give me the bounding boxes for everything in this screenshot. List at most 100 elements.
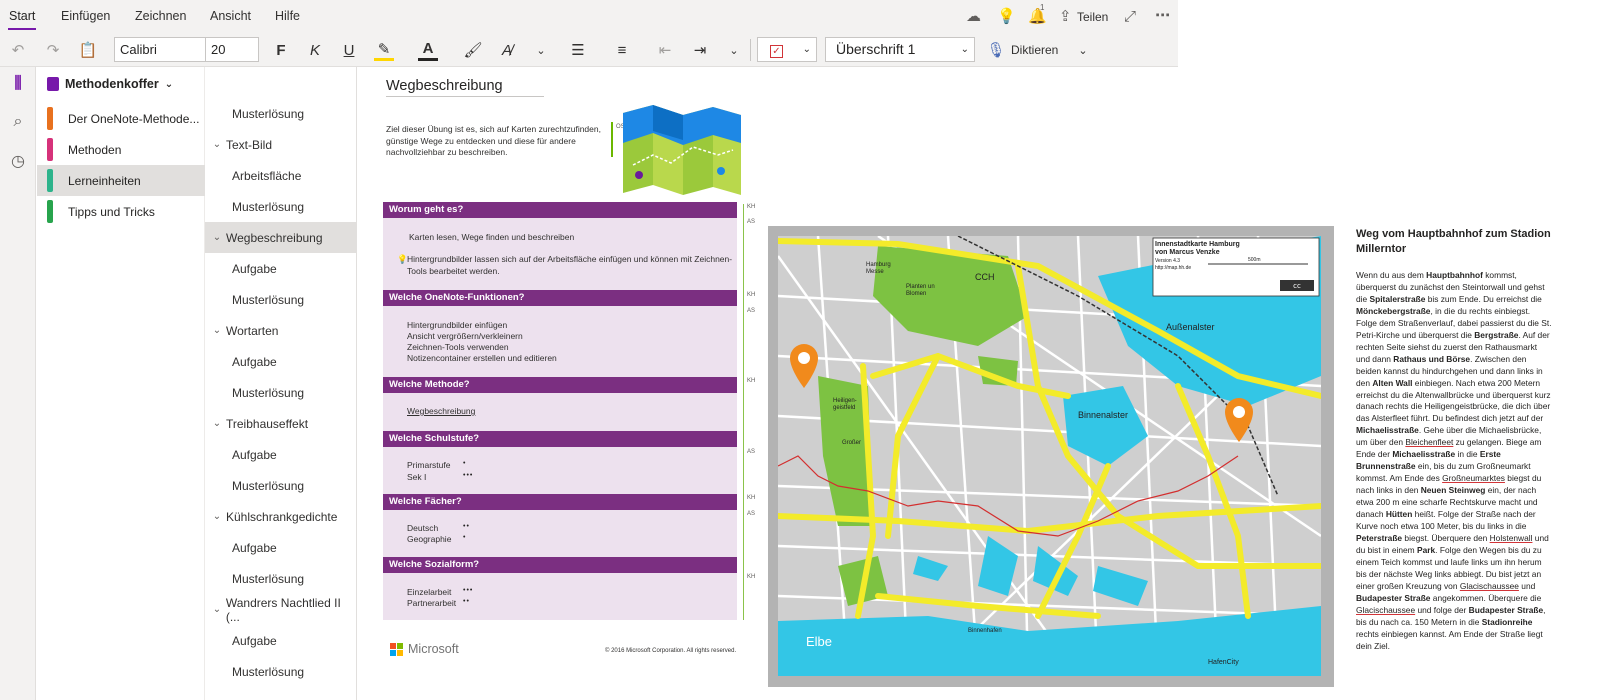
chevron-down-icon[interactable]: ⌄ xyxy=(726,39,742,61)
page-item[interactable]: Aufgabe xyxy=(205,625,356,656)
notebook-selector[interactable]: Methodenkoffer ⌄ xyxy=(47,77,173,91)
divider xyxy=(750,39,751,61)
page-item[interactable]: Musterlösung xyxy=(205,284,356,315)
page-label: Aufgabe xyxy=(232,447,277,462)
route-description[interactable]: Wenn du aus dem Hauptbahnhof kommst, übe… xyxy=(1356,270,1552,653)
section-item[interactable]: Methoden xyxy=(37,134,205,165)
chevron-down-icon[interactable]: ⌄ xyxy=(208,325,226,336)
font-name-field[interactable]: Calibri xyxy=(114,37,206,62)
page-item[interactable]: Musterlösung xyxy=(205,191,356,222)
numbered-list-icon[interactable]: ≡ xyxy=(612,39,632,61)
section-item[interactable]: Lerneinheiten xyxy=(37,165,205,196)
route-title[interactable]: Weg vom Hauptbahnhof zum Stadion Millern… xyxy=(1356,227,1556,257)
page-item[interactable]: Musterlösung xyxy=(205,470,356,501)
page-group-item[interactable]: ⌄ Text-Bild xyxy=(205,129,356,160)
card-text: Einzelarbeit xyxy=(407,587,452,597)
page-item[interactable]: Musterlösung xyxy=(205,98,356,129)
rating-dots: ••• xyxy=(463,472,474,479)
ribbon-tabs: Start Einfügen Zeichnen Ansicht Hilfe ☁ … xyxy=(0,0,1178,32)
search-icon[interactable]: ⌕ xyxy=(0,113,36,131)
todo-tag-field[interactable]: ✓ ⌄ xyxy=(757,37,817,62)
page-label: Musterlösung xyxy=(232,106,305,121)
chevron-down-icon[interactable]: ⌄ xyxy=(208,511,226,522)
chevron-down-icon[interactable]: ⌄ xyxy=(208,604,226,615)
tab-hilfe[interactable]: Hilfe xyxy=(275,9,300,23)
intro-text[interactable]: Ziel dieser Übung ist es, sich auf Karte… xyxy=(386,124,601,159)
side-tag: AS xyxy=(747,219,756,225)
redo-icon[interactable]: ↷ xyxy=(43,39,63,61)
style-selector[interactable]: Überschrift 1 ⌄ xyxy=(825,37,975,62)
side-tag: KH xyxy=(747,204,756,210)
card-text: Zeichnen-Tools verwenden xyxy=(407,342,509,352)
page-item[interactable]: Arbeitsfläche xyxy=(205,160,356,191)
share-button[interactable]: Teilen xyxy=(1077,10,1108,24)
side-tag: AS xyxy=(747,511,756,517)
format-painter-icon[interactable]: 🖌 xyxy=(463,39,483,61)
ribbon: Start Einfügen Zeichnen Ansicht Hilfe ☁ … xyxy=(0,0,1178,67)
chevron-down-icon[interactable]: ⌄ xyxy=(533,39,549,61)
decrease-indent-icon[interactable]: ⇤ xyxy=(655,39,675,61)
microsoft-logo: Microsoft xyxy=(390,642,459,656)
section-color-tab xyxy=(47,107,53,130)
page-item[interactable]: Musterlösung xyxy=(205,563,356,594)
fullscreen-icon[interactable]: ⤢ xyxy=(1124,9,1136,24)
map-label: Elbe xyxy=(806,634,833,649)
page-item[interactable]: Aufgabe xyxy=(205,253,356,284)
side-tag: AS xyxy=(747,308,756,314)
bold-button[interactable]: F xyxy=(272,39,290,61)
tab-einfuegen[interactable]: Einfügen xyxy=(61,9,110,23)
page-group-item[interactable]: ⌄ Wortarten xyxy=(205,315,356,346)
page-label: Musterlösung xyxy=(232,385,305,400)
font-color-icon[interactable]: A xyxy=(418,39,438,61)
lightbulb-icon[interactable]: 💡 xyxy=(997,9,1016,24)
undo-icon[interactable]: ↶ xyxy=(8,39,28,61)
page-group-item[interactable]: ⌄ Kühlschrankgedichte xyxy=(205,501,356,532)
section-label: Lerneinheiten xyxy=(68,173,141,188)
increase-indent-icon[interactable]: ⇥ xyxy=(690,39,710,61)
section-item[interactable]: Tipps und Tricks xyxy=(37,196,205,227)
sync-status-icon[interactable]: ☁ xyxy=(966,9,981,24)
clear-format-icon[interactable]: A̸ xyxy=(497,39,517,61)
page-label: Wegbeschreibung xyxy=(226,230,323,245)
chevron-down-icon[interactable]: ⌄ xyxy=(1075,39,1091,61)
page-item[interactable]: Aufgabe xyxy=(205,532,356,563)
notebook-name: Methodenkoffer xyxy=(65,77,159,91)
tab-ansicht[interactable]: Ansicht xyxy=(210,9,251,23)
notification-count: 1 xyxy=(1040,3,1045,12)
method-link[interactable]: Wegbeschreibung xyxy=(407,406,475,418)
page-group-item[interactable]: ⌄ Treibhauseffekt xyxy=(205,408,356,439)
page-group-item[interactable]: ⌄ Wegbeschreibung xyxy=(205,222,356,253)
city-map-image[interactable]: cc Innenstadtkarte Hamburg von Marcus Ve… xyxy=(778,236,1321,676)
map-label: HafenCity xyxy=(1208,659,1239,666)
clipboard-icon[interactable]: 📋 xyxy=(78,39,98,61)
bullet-list-icon[interactable]: ☰ xyxy=(568,39,588,61)
map-label: Binnenhafen xyxy=(968,628,1002,634)
share-icon[interactable]: ⇪ xyxy=(1059,9,1072,24)
card-text: Primarstufe xyxy=(407,460,451,470)
chevron-down-icon[interactable]: ⌄ xyxy=(208,418,226,429)
page-item[interactable]: Aufgabe xyxy=(205,439,356,470)
page-group-item[interactable]: ⌄ Wandrers Nachtlied II (... xyxy=(205,594,356,625)
info-card[interactable]: Worum geht es? Karten lesen, Wege finden… xyxy=(383,202,737,620)
page-label: Kühlschrankgedichte xyxy=(226,509,338,524)
microphone-icon[interactable]: 🎙 xyxy=(986,39,1005,61)
more-options-icon[interactable]: ⋯ xyxy=(1155,8,1170,23)
tab-start[interactable]: Start xyxy=(7,9,37,30)
page-item[interactable]: Aufgabe xyxy=(205,346,356,377)
recent-icon[interactable]: ◷ xyxy=(0,151,36,171)
underline-button[interactable]: U xyxy=(340,39,358,61)
font-size-field[interactable]: 20 xyxy=(205,37,259,62)
notebooks-icon[interactable]: ⫼ xyxy=(0,75,36,93)
page-item[interactable]: Musterlösung xyxy=(205,656,356,687)
highlight-icon[interactable]: ✎ xyxy=(374,39,394,61)
italic-button[interactable]: K xyxy=(306,39,324,61)
chevron-down-icon[interactable]: ⌄ xyxy=(208,232,226,243)
section-item[interactable]: Der OneNote-Methode... xyxy=(37,103,205,134)
nav-rail: ⫼ ⌕ ◷ xyxy=(0,67,36,700)
chevron-down-icon: ⌄ xyxy=(960,44,969,55)
chevron-down-icon[interactable]: ⌄ xyxy=(208,139,226,150)
tab-zeichnen[interactable]: Zeichnen xyxy=(135,9,186,23)
dictate-button[interactable]: Diktieren xyxy=(1011,39,1058,61)
page-item[interactable]: Musterlösung xyxy=(205,377,356,408)
page-title[interactable]: Wegbeschreibung xyxy=(386,78,544,97)
